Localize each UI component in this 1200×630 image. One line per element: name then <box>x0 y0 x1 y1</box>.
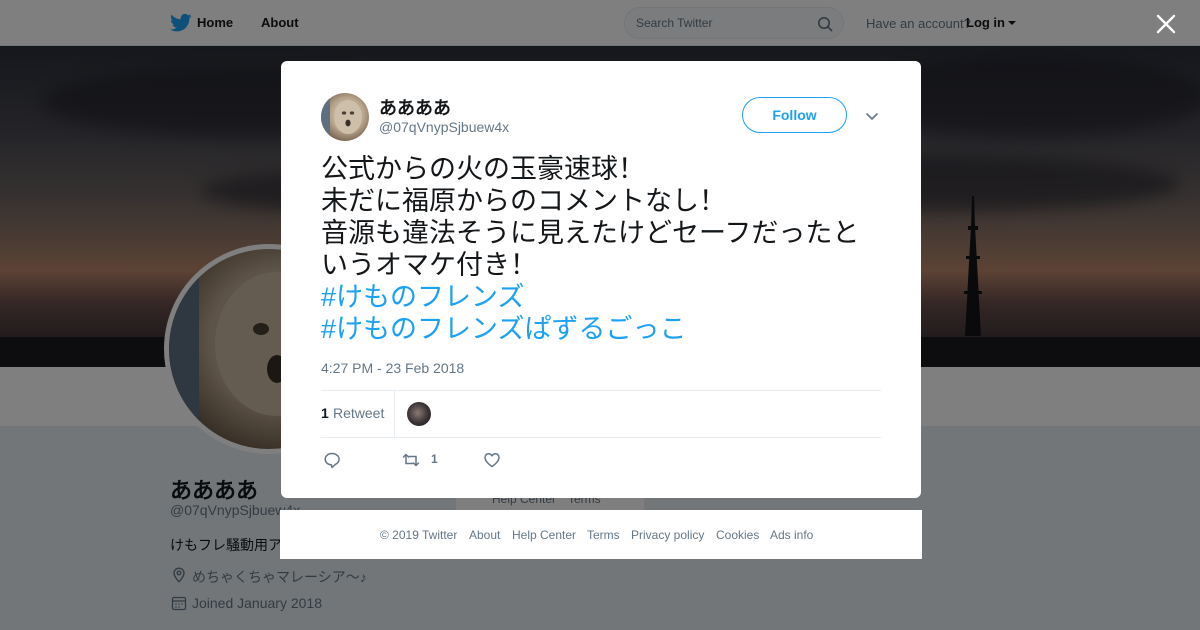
divider <box>321 390 881 391</box>
tweet-text-line: 未だに福原からのコメントなし！ <box>321 186 726 216</box>
hashtag-link[interactable]: #けものフレンズぱずるごっこ <box>321 313 886 345</box>
tweet-author-name[interactable]: ああああ <box>379 94 451 120</box>
heart-icon[interactable] <box>483 451 501 469</box>
tweet-timestamp[interactable]: 4:27 PM - 23 Feb 2018 <box>321 360 464 376</box>
close-icon[interactable] <box>1155 13 1177 35</box>
reply-icon[interactable] <box>323 451 341 469</box>
footer-about-link[interactable]: About <box>469 528 500 542</box>
divider <box>394 391 395 437</box>
footer-cookies-link[interactable]: Cookies <box>716 528 759 542</box>
tweet-text-line: 公式からの火の玉豪速球！ <box>321 154 645 184</box>
follow-button[interactable]: Follow <box>742 97 847 133</box>
footer-ads-link[interactable]: Ads info <box>770 528 813 542</box>
retweet-stat-label[interactable]: Retweet <box>333 405 384 421</box>
retweet-icon[interactable] <box>402 451 420 469</box>
page-footer: © 2019 Twitter About Help Center Terms P… <box>280 510 922 559</box>
tweet-author-handle[interactable]: @07qVnypSjbuew4x <box>379 119 509 135</box>
hashtag-link[interactable]: #けものフレンズ <box>321 281 886 313</box>
tweet-modal: ああああ @07qVnypSjbuew4x Follow 公式からの火の玉豪速球… <box>281 61 921 498</box>
retweet-action-count: 1 <box>431 452 438 466</box>
footer-help-link[interactable]: Help Center <box>512 528 576 542</box>
tweet-author-avatar[interactable] <box>321 93 369 141</box>
retweet-count[interactable]: 1 <box>321 405 329 421</box>
chevron-down-icon[interactable] <box>864 108 880 124</box>
tweet-text-line: いうオマケ付き！ <box>321 250 537 280</box>
footer-copyright: © 2019 Twitter <box>380 528 458 542</box>
footer-privacy-link[interactable]: Privacy policy <box>631 528 704 542</box>
stone-face-image <box>321 93 362 141</box>
tweet-text-line: 音源も違法そうに見えたけどセーフだったと <box>321 218 860 248</box>
divider <box>321 437 881 438</box>
footer-terms-link[interactable]: Terms <box>587 528 620 542</box>
tweet-text: 公式からの火の玉豪速球！ 未だに福原からのコメントなし！ 音源も違法そうに見えた… <box>321 153 886 345</box>
retweeter-avatar[interactable] <box>407 402 431 426</box>
